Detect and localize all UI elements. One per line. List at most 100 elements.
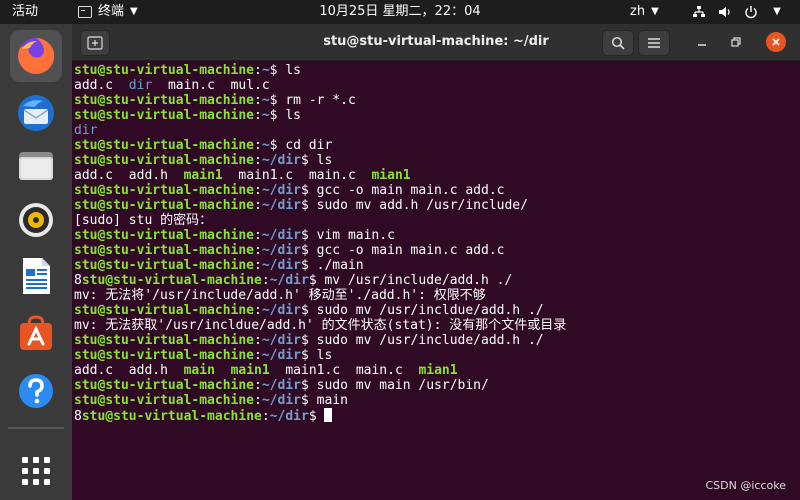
terminal-line: 8stu@stu-virtual-machine:~/dir$: [74, 408, 800, 424]
thunderbird-icon: [18, 95, 54, 131]
command: mv /usr/include/add.h ./: [324, 273, 513, 288]
ls-entry: mian1: [371, 168, 411, 183]
terminal-output[interactable]: stu@stu-virtual-machine:~$ ls add.c dir m…: [72, 61, 800, 500]
terminal-line: stu@stu-virtual-machine:~/dir$ vim main.…: [74, 228, 395, 243]
ls-entry: main.c: [355, 363, 403, 378]
minimize-button[interactable]: [694, 34, 710, 50]
terminal-line: add.c add.h main main1 main1.c main.c mi…: [74, 363, 800, 378]
app-menu[interactable]: 终端 ▼: [78, 0, 138, 24]
prompt-path: ~/dir: [261, 378, 301, 393]
input-method-label: zh: [630, 4, 646, 19]
terminal-line: stu@stu-virtual-machine:~$ rm -r *.c: [74, 93, 356, 108]
command: ls: [285, 63, 301, 78]
watermark: CSDN @iccoke: [705, 479, 787, 492]
prompt-user: stu@stu-virtual-machine: [74, 333, 255, 348]
prompt-user: stu@stu-virtual-machine: [74, 258, 255, 273]
maximize-button[interactable]: [728, 34, 744, 50]
output-text: [sudo] stu 的密码：: [74, 213, 213, 228]
prompt-path: ~/dir: [269, 273, 309, 288]
window-title: stu@stu-virtual-machine: ~/dir: [323, 34, 549, 49]
chevron-down-icon: ▼: [130, 6, 138, 17]
stray-output: 8: [74, 409, 82, 424]
ls-entry: main: [183, 363, 215, 378]
hamburger-icon: [648, 38, 660, 48]
prompt-path: ~/dir: [261, 243, 301, 258]
input-method-menu[interactable]: zh ▼: [630, 0, 659, 24]
power-icon[interactable]: [744, 5, 758, 19]
ls-entry: add.h: [128, 363, 168, 378]
prompt-user: stu@stu-virtual-machine: [74, 108, 255, 123]
network-icon[interactable]: [692, 5, 706, 19]
terminal-line: stu@stu-virtual-machine:~/dir$ main: [74, 393, 348, 408]
command: sudo mv main /usr/bin/: [316, 378, 489, 393]
terminal-line: stu@stu-virtual-machine:~/dir$ sudo mv /…: [74, 333, 544, 348]
terminal-line: mv: 无法获取'/usr/incldue/add.h' 的文件状态(stat)…: [74, 318, 800, 333]
ls-entry: main1: [230, 363, 270, 378]
prompt-path: ~/dir: [261, 183, 301, 198]
prompt-user: stu@stu-virtual-machine: [74, 198, 255, 213]
ls-entry: add.c: [74, 363, 114, 378]
prompt-path: ~/dir: [261, 393, 301, 408]
document-icon: [23, 258, 50, 294]
command: ls: [285, 108, 301, 123]
terminal-icon: [78, 6, 92, 18]
terminal-line: stu@stu-virtual-machine:~/dir$ gcc -o ma…: [74, 183, 505, 198]
dock-item-firefox[interactable]: [10, 30, 62, 82]
dock-item-rhythmbox[interactable]: [10, 194, 62, 246]
restore-icon: [731, 37, 741, 47]
dock-item-help[interactable]: [10, 365, 62, 417]
terminal-line: stu@stu-virtual-machine:~/dir$ ls: [74, 348, 333, 363]
prompt-user: stu@stu-virtual-machine: [74, 243, 255, 258]
dock-item-files[interactable]: [10, 140, 62, 192]
terminal-line: add.c dir main.c mul.c: [74, 78, 800, 93]
firefox-icon: [18, 37, 55, 74]
ls-entry: main.c: [308, 168, 356, 183]
command: main: [316, 393, 348, 408]
dock: [0, 24, 72, 500]
command: ./main: [316, 258, 364, 273]
terminal-line: stu@stu-virtual-machine:~/dir$ sudo mv a…: [74, 198, 528, 213]
prompt-user: stu@stu-virtual-machine: [74, 63, 255, 78]
header-bar[interactable]: stu@stu-virtual-machine: ~/dir: [72, 24, 800, 61]
prompt-path: ~/dir: [261, 333, 301, 348]
prompt-path: ~: [261, 93, 270, 108]
dock-separator: [8, 427, 64, 429]
prompt-user: stu@stu-virtual-machine: [74, 303, 255, 318]
prompt-path: ~/dir: [261, 228, 301, 243]
dock-item-writer[interactable]: [10, 250, 62, 302]
prompt-user: stu@stu-virtual-machine: [74, 228, 255, 243]
chevron-down-icon[interactable]: ▼: [770, 5, 784, 19]
output-text: mv: 无法将'/usr/include/add.h' 移动至'./add.h'…: [74, 288, 486, 303]
system-tray[interactable]: ▼: [692, 0, 784, 24]
close-icon: [772, 38, 780, 46]
terminal-line: stu@stu-virtual-machine:~$ ls: [74, 108, 301, 123]
command: sudo mv /usr/incldue/add.h ./: [316, 303, 544, 318]
activities-button[interactable]: 活动: [12, 0, 38, 24]
speaker-icon: [19, 203, 53, 237]
prompt-user: stu@stu-virtual-machine: [74, 183, 255, 198]
prompt-user: stu@stu-virtual-machine: [81, 273, 262, 288]
menu-button[interactable]: [638, 30, 670, 56]
ls-entry: add.c: [74, 78, 114, 93]
prompt-path: ~/dir: [261, 303, 301, 318]
desktop: 活动 终端 ▼ 10月25日 星期二，22：04 zh ▼ ▼ stu@stu-…: [0, 0, 800, 500]
terminal-line: 8stu@stu-virtual-machine:~/dir$ mv /usr/…: [74, 273, 513, 288]
dock-item-thunderbird[interactable]: [10, 87, 62, 139]
prompt-user: stu@stu-virtual-machine: [74, 93, 255, 108]
search-button[interactable]: [602, 30, 634, 56]
terminal-line: stu@stu-virtual-machine:~/dir$ gcc -o ma…: [74, 243, 505, 258]
terminal-line: stu@stu-virtual-machine:~$ cd dir: [74, 138, 333, 153]
close-button[interactable]: [766, 32, 786, 52]
dock-item-software[interactable]: [10, 307, 62, 359]
prompt-path: ~: [261, 138, 270, 153]
ls-entry: main1: [183, 168, 223, 183]
volume-icon[interactable]: [718, 5, 732, 19]
app-menu-label: 终端: [98, 4, 125, 19]
shopping-bag-icon: [20, 315, 52, 350]
grid-icon: [22, 457, 50, 485]
folder-icon: [19, 152, 53, 180]
dock-item-show-apps[interactable]: [10, 445, 62, 497]
command: gcc -o main main.c add.c: [316, 243, 505, 258]
search-icon: [611, 36, 625, 50]
terminal-line: dir: [74, 123, 800, 138]
